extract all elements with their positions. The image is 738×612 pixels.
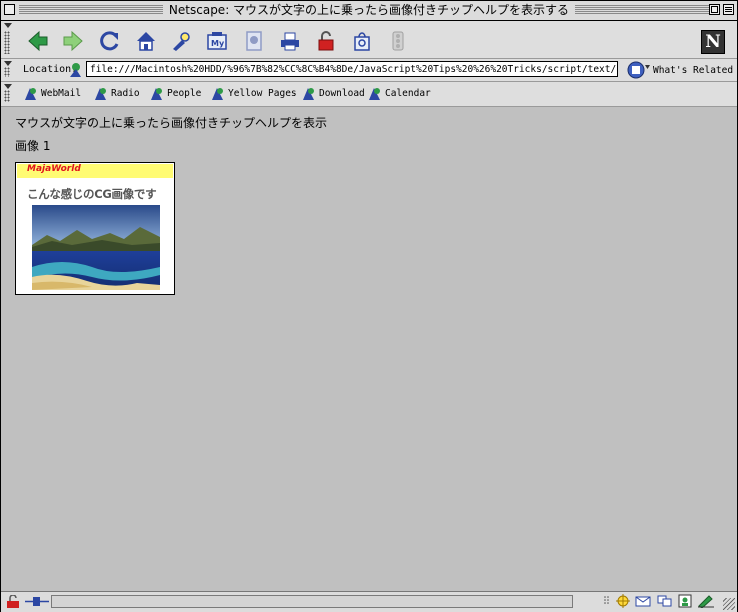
whats-related-icon [627, 61, 650, 79]
component-grip-icon[interactable] [603, 595, 611, 607]
my-netscape-icon: My [207, 32, 227, 50]
bookmark-label: Yellow Pages [228, 87, 297, 99]
page-content: マウスが文字の上に乗ったら画像付きチップヘルプを表示 画像 1 MajaWorl… [1, 110, 737, 591]
navigation-toolbar: My N [1, 21, 737, 59]
search-flashlight-icon [173, 32, 190, 51]
thumbnail-brand: MajaWorld [27, 164, 81, 174]
forward-button[interactable] [61, 29, 85, 53]
print-icon [281, 32, 299, 51]
component-bar [603, 594, 715, 608]
toolbar-collapse-arrow[interactable] [4, 23, 12, 28]
bookmark-label: Download [319, 87, 365, 99]
security-button[interactable] [314, 29, 338, 53]
bookmark-download[interactable]: Download [301, 85, 365, 101]
home-icon [137, 32, 155, 51]
forward-arrow-icon [63, 30, 83, 52]
bookmark-label: People [167, 87, 202, 99]
thumbnail-image[interactable]: MajaWorld こんな感じのCG画像です [15, 162, 175, 295]
images-icon [246, 31, 262, 51]
shop-button[interactable] [350, 29, 374, 53]
location-collapse-arrow[interactable] [4, 61, 12, 66]
status-bar [1, 591, 737, 612]
bookmark-yellow-pages[interactable]: Yellow Pages [210, 85, 297, 101]
bookmark-label: WebMail [41, 87, 82, 99]
bookmark-label: Calendar [385, 87, 431, 99]
browser-window: Netscape: マウスが文字の上に乗ったら画像付きチップヘルプを表示する M… [0, 0, 738, 612]
reload-icon [100, 31, 119, 51]
status-message [51, 595, 573, 608]
mail-component-icon[interactable] [635, 594, 653, 608]
navigator-component-icon[interactable] [615, 594, 631, 608]
bookmark-radio[interactable]: Radio [93, 85, 140, 101]
location-grip[interactable] [4, 67, 10, 77]
bookmark-icon [369, 87, 380, 100]
bookmark-webmail[interactable]: WebMail [23, 85, 81, 101]
whats-related-label: What's Related [653, 64, 734, 76]
netscape-logo[interactable]: N [701, 30, 725, 54]
image-caption-link[interactable]: 画像 1 [15, 137, 50, 154]
personal-grip[interactable] [4, 90, 10, 102]
bookmark-icon [212, 87, 223, 100]
home-button[interactable] [134, 29, 158, 53]
landscape-photo [32, 205, 160, 290]
search-button[interactable] [169, 29, 193, 53]
window-title-wrap: Netscape: マウスが文字の上に乗ったら画像付きチップヘルプを表示する [1, 2, 737, 18]
bookmark-icon [95, 87, 106, 100]
bookmark-icon [151, 87, 162, 100]
zoom-box[interactable] [709, 4, 720, 15]
stop-icon [392, 31, 404, 51]
reload-button[interactable] [98, 29, 122, 53]
back-arrow-icon [28, 30, 48, 52]
shop-bag-icon [354, 32, 370, 51]
resize-handle[interactable] [723, 598, 735, 610]
personal-toolbar: WebMail Radio People Yellow Pages Downlo… [1, 82, 737, 107]
composer-component-icon[interactable] [697, 594, 715, 608]
images-button[interactable] [242, 29, 266, 53]
window-title: Netscape: マウスが文字の上に乗ったら画像付きチップヘルプを表示する [162, 3, 576, 17]
location-bar: Location: file:///Macintosh%20HDD/%96%7B… [1, 59, 737, 82]
print-button[interactable] [278, 29, 302, 53]
online-connection-icon[interactable] [25, 596, 49, 607]
page-heading: マウスが文字の上に乗ったら画像付きチップヘルプを表示 [15, 116, 328, 130]
bookmark-icon [303, 87, 314, 100]
bookmark-calendar[interactable]: Calendar [367, 85, 431, 101]
my-netscape-button[interactable]: My [205, 29, 229, 53]
stop-button[interactable] [386, 29, 410, 53]
title-bar[interactable]: Netscape: マウスが文字の上に乗ったら画像付きチップヘルプを表示する [1, 1, 737, 21]
thumbnail-phrase: こんな感じのCG画像です [27, 187, 157, 201]
bookmark-icon [25, 87, 36, 100]
security-status-icon[interactable] [6, 595, 24, 608]
location-url-input[interactable]: file:///Macintosh%20HDD/%96%7B%82%CC%8C%… [86, 61, 618, 77]
toolbar-grip[interactable] [4, 31, 10, 54]
newsgroups-component-icon[interactable] [657, 594, 673, 608]
whats-related-button[interactable]: What's Related [627, 61, 733, 79]
bookmark-label: Radio [111, 87, 140, 99]
svg-text:My: My [211, 39, 225, 48]
personal-collapse-arrow[interactable] [4, 84, 12, 89]
collapse-box[interactable] [723, 4, 734, 15]
page-proxy-icon[interactable] [68, 62, 83, 78]
security-lock-icon [318, 31, 334, 51]
address-book-component-icon[interactable] [677, 594, 693, 608]
bookmark-people[interactable]: People [149, 85, 201, 101]
back-button[interactable] [26, 29, 50, 53]
